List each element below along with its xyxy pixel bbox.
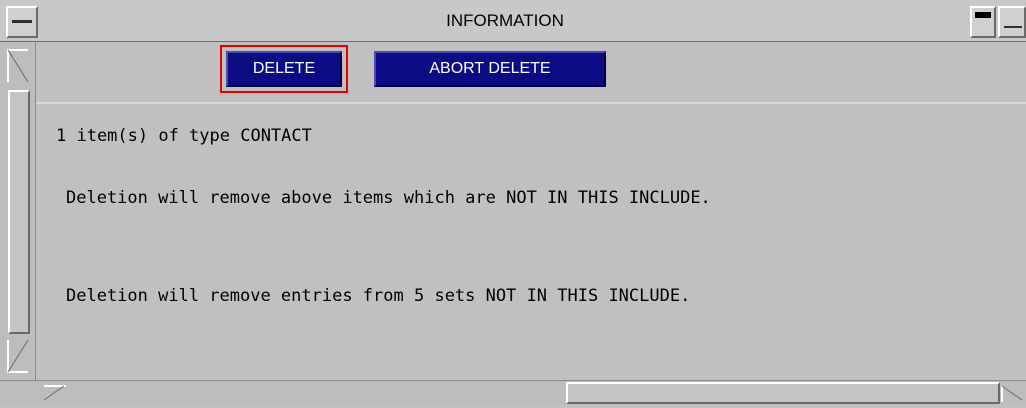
abort-delete-button[interactable]: ABORT DELETE bbox=[374, 51, 606, 87]
window-menu-icon[interactable] bbox=[6, 6, 38, 38]
deletion-warning-text: Deletion will remove above items which a… bbox=[66, 188, 711, 208]
item-count-text: 1 item(s) of type CONTACT bbox=[56, 126, 312, 146]
vertical-scroll-thumb[interactable] bbox=[8, 90, 30, 334]
scroll-left-arrow-icon[interactable] bbox=[40, 382, 68, 404]
scroll-down-arrow-icon[interactable] bbox=[4, 336, 32, 376]
window-title: INFORMATION bbox=[446, 11, 564, 30]
delete-button[interactable]: DELETE bbox=[226, 51, 342, 87]
maximize-icon[interactable] bbox=[998, 6, 1026, 38]
scroll-up-arrow-icon[interactable] bbox=[4, 46, 32, 86]
minimize-icon[interactable] bbox=[970, 6, 996, 38]
set-deletion-warning-text: Deletion will remove entries from 5 sets… bbox=[66, 286, 691, 306]
scroll-right-arrow-icon[interactable] bbox=[1000, 382, 1026, 404]
horizontal-scroll-thumb[interactable] bbox=[566, 382, 1000, 404]
